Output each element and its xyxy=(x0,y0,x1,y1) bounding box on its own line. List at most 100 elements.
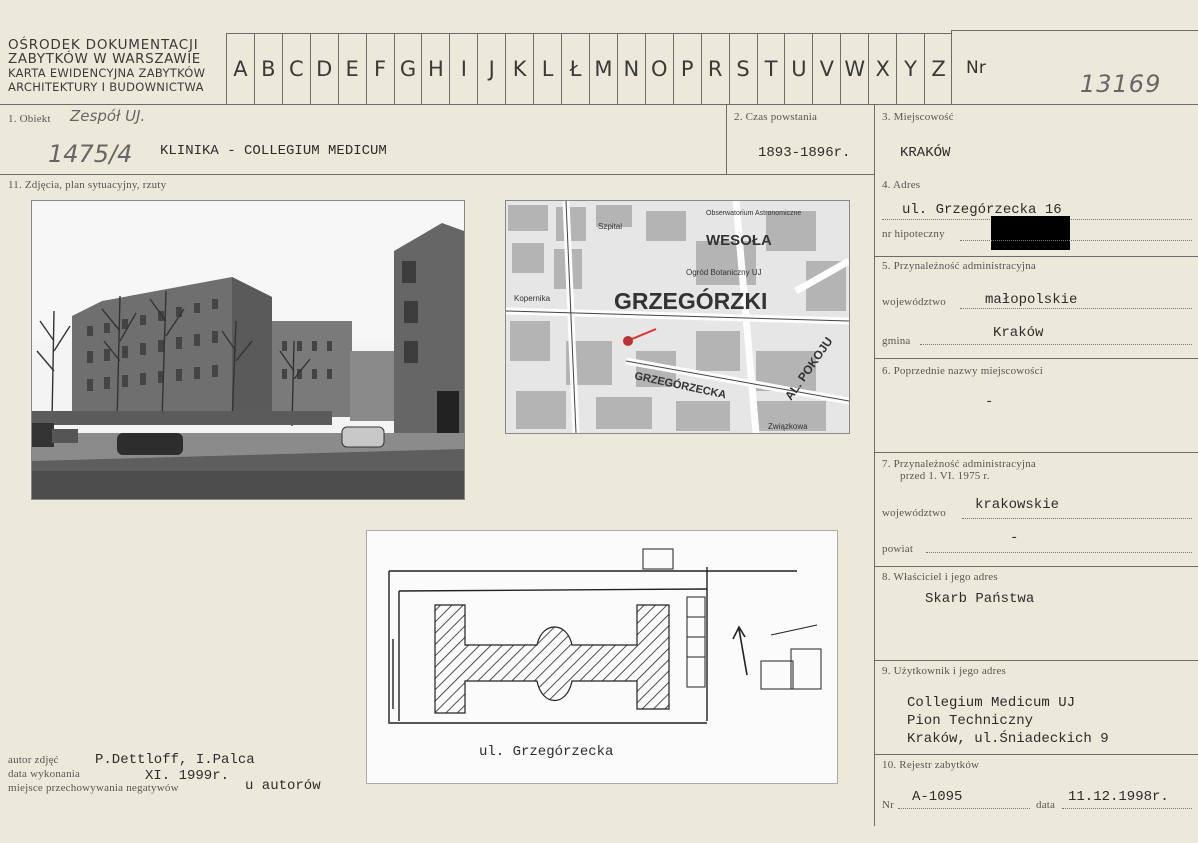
index-letter: F xyxy=(365,34,394,104)
map-label: Szpital xyxy=(598,222,622,231)
admin-gmina-value: Kraków xyxy=(993,325,1044,341)
header-top-rule xyxy=(226,33,952,34)
object-handwritten-code: 1475/4 xyxy=(48,140,133,168)
photos-section-label: 11. Zdjęcia, plan sytuacyjny, rzuty xyxy=(8,179,167,191)
register-nr-dotted-line xyxy=(898,808,1030,809)
rule-7 xyxy=(875,452,1198,453)
object-handwritten-note: Zespół UJ. xyxy=(70,107,146,125)
map-street-label: WESOŁA xyxy=(706,232,772,249)
location-map: GRZEGÓRZKI WESOŁA GRZEGÓRZECKA AL. POKOJ… xyxy=(505,200,850,434)
institution-name: OŚRODEK DOKUMENTACJI ZABYTKÓW W WARSZAWI… xyxy=(8,38,220,94)
row1-bottom-rule xyxy=(0,174,875,175)
register-label: 10. Rejestr zabytków xyxy=(882,759,980,771)
index-letter: Ł xyxy=(561,34,589,104)
index-letter: G xyxy=(393,34,422,104)
col-divider-2 xyxy=(726,104,727,174)
admin-before-label: 7. Przynależność administracyjna przed 1… xyxy=(882,458,1036,482)
nr-value: 13169 xyxy=(1080,70,1162,98)
admin-before-powiat-label: powiat xyxy=(882,543,914,555)
map-label: Obserwatorium Astronomiczne xyxy=(706,210,801,217)
address-label: 4. Adres xyxy=(882,179,921,191)
header-bottom-rule xyxy=(0,104,1198,105)
institution-line: ZABYTKÓW W WARSZAWIE xyxy=(8,51,201,67)
index-letter: N xyxy=(616,34,645,104)
admin-woj-dotted-line xyxy=(960,308,1192,309)
index-letter: X xyxy=(868,34,896,104)
admin-before-woj-value: krakowskie xyxy=(975,497,1060,513)
index-letter: A xyxy=(226,34,254,104)
record-card: OŚRODEK DOKUMENTACJI ZABYTKÓW W WARSZAWI… xyxy=(0,0,1198,843)
index-letter: W xyxy=(840,34,868,104)
index-letter: M xyxy=(588,34,617,104)
register-nr-label: Nr xyxy=(882,799,895,811)
index-letter: C xyxy=(281,34,310,104)
admin-before-label-line: przed 1. VI. 1975 r. xyxy=(900,470,990,482)
register-date-value: 11.12.1998r. xyxy=(1068,789,1169,805)
user-lines: Collegium Medicum UJ Pion Techniczny Kra… xyxy=(907,694,1109,748)
map-district-label: GRZEGÓRZKI xyxy=(614,287,767,314)
date-created-label: 2. Czas powstania xyxy=(734,111,818,123)
nr-label: Nr xyxy=(966,58,987,78)
index-letter: I xyxy=(449,34,477,104)
index-letter: T xyxy=(756,34,785,104)
index-letter: S xyxy=(728,34,757,104)
register-date-label: data xyxy=(1036,799,1056,811)
institution-line: ARCHITEKTURY I BUDOWNICTWA xyxy=(8,80,204,94)
rule-8 xyxy=(875,566,1198,567)
index-letter: U xyxy=(784,34,812,104)
map-label: Kopernika xyxy=(514,294,551,303)
map-label: Ogród Botaniczny UJ xyxy=(686,268,762,277)
index-letters: ABCDEFGHIJKLŁMNOPRSTUVWXYZ xyxy=(226,34,952,104)
index-letter: V xyxy=(812,34,840,104)
site-plan: ul. Grzegórzecka xyxy=(366,530,838,784)
object-label: 1. Obiekt xyxy=(8,113,51,125)
admin-label: 5. Przynależność administracyjna xyxy=(882,260,1036,272)
negatives-storage-label: miejsce przechowywania negatywów xyxy=(8,782,179,794)
register-date-dotted-line xyxy=(1062,808,1192,809)
user-label: 9. Użytkownik i jego adres xyxy=(882,665,1007,677)
rule-10 xyxy=(875,754,1198,755)
plan-street-label: ul. Grzegórzecka xyxy=(479,744,613,760)
redaction-box xyxy=(991,216,1070,250)
admin-gmina-label: gmina xyxy=(882,335,911,347)
index-letter: H xyxy=(421,34,449,104)
admin-before-powiat-dotted-line xyxy=(926,552,1192,553)
previous-names-label: 6. Poprzednie nazwy miejscowości xyxy=(882,365,1043,377)
rule-6 xyxy=(875,358,1198,359)
date-created-value: 1893-1896r. xyxy=(758,145,851,161)
author-value: P.Dettloff, I.Palca xyxy=(95,752,255,768)
negatives-storage-value: u autorów xyxy=(245,778,321,794)
index-letter: J xyxy=(477,34,505,104)
previous-names-value: - xyxy=(985,394,994,410)
institution-line: OŚRODEK DOKUMENTACJI xyxy=(8,37,199,53)
admin-woj-label: województwo xyxy=(882,296,946,308)
user-line: Kraków, ul.Śniadeckich 9 xyxy=(907,731,1109,747)
index-letter: B xyxy=(253,34,282,104)
index-letter: R xyxy=(700,34,729,104)
hipoteczny-dotted-line xyxy=(960,240,1192,241)
object-name: KLINIKA - COLLEGIUM MEDICUM xyxy=(160,143,387,159)
index-letter: Z xyxy=(924,34,952,104)
register-nr-value: A-1095 xyxy=(912,789,963,805)
index-letter: D xyxy=(309,34,338,104)
locality-value: KRAKÓW xyxy=(900,145,951,161)
nr-box-top xyxy=(951,30,1198,31)
map-label: Związkowa xyxy=(768,422,808,431)
owner-label: 8. Właściciel i jego adres xyxy=(882,571,998,583)
admin-gmina-dotted-line xyxy=(920,344,1192,345)
hipoteczny-label: nr hipoteczny xyxy=(882,228,945,240)
admin-woj-value: małopolskie xyxy=(985,292,1078,308)
locality-label: 3. Miejscowość xyxy=(882,111,954,123)
building-photo xyxy=(31,200,465,500)
date-taken-label: data wykonania xyxy=(8,768,81,780)
index-letter: K xyxy=(505,34,533,104)
admin-before-woj-dotted-line xyxy=(962,518,1192,519)
index-letter: L xyxy=(533,34,561,104)
col-divider-right xyxy=(874,104,875,826)
index-letter: P xyxy=(672,34,701,104)
index-letter: O xyxy=(644,34,673,104)
rule-5 xyxy=(875,256,1198,257)
admin-before-label-line: 7. Przynależność administracyjna xyxy=(882,458,1036,470)
admin-before-powiat-value: - xyxy=(1010,530,1019,546)
rule-9 xyxy=(875,660,1198,661)
